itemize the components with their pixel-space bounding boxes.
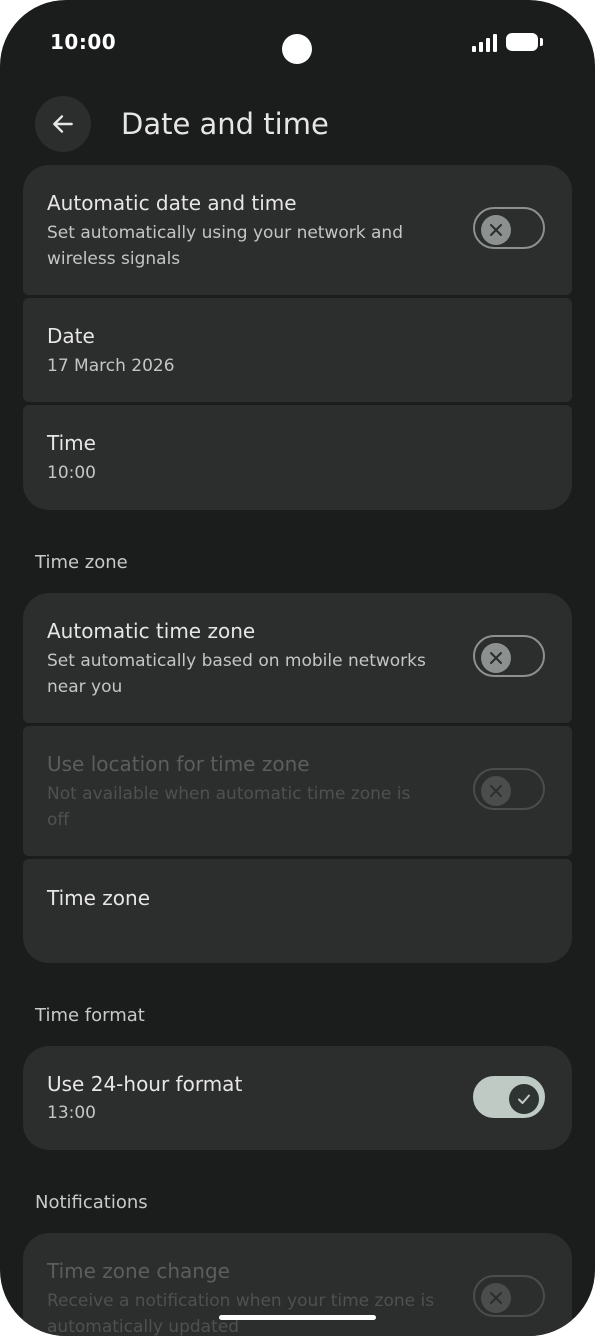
back-button[interactable] bbox=[35, 96, 91, 152]
date-title: Date bbox=[47, 324, 95, 348]
24-hour-format-switch[interactable] bbox=[473, 1076, 545, 1118]
date-item[interactable]: Date 17 March 2026 bbox=[23, 298, 572, 402]
arrow-back-icon bbox=[53, 115, 73, 133]
home-indicator[interactable] bbox=[219, 1315, 376, 1320]
section-header-notifications: Notifications bbox=[35, 1192, 148, 1213]
automatic-time-zone-item[interactable]: Automatic time zone Set automatically ba… bbox=[23, 593, 572, 723]
switch-thumb bbox=[481, 643, 511, 673]
section-header-time-format: Time format bbox=[35, 1005, 145, 1026]
automatic-date-time-item[interactable]: Automatic date and time Set automaticall… bbox=[23, 165, 572, 295]
automatic-date-time-summary: Set automatically using your network and… bbox=[47, 223, 403, 269]
switch-thumb bbox=[481, 215, 511, 245]
section-header-time-zone: Time zone bbox=[35, 552, 128, 573]
24-hour-format-item[interactable]: Use 24-hour format 13:00 bbox=[23, 1046, 572, 1150]
time-zone-title: Time zone bbox=[47, 886, 151, 910]
time-value: 10:00 bbox=[47, 463, 96, 483]
time-title: Time bbox=[47, 431, 96, 455]
location-time-zone-item: Use location for time zone Not available… bbox=[23, 726, 572, 856]
24-hour-format-title: Use 24-hour format bbox=[47, 1072, 243, 1096]
close-icon bbox=[490, 785, 502, 797]
time-zone-change-switch bbox=[473, 1275, 545, 1317]
close-icon bbox=[490, 1292, 502, 1304]
location-time-zone-title: Use location for time zone bbox=[47, 752, 310, 776]
automatic-date-time-switch[interactable] bbox=[473, 207, 545, 249]
time-zone-change-title: Time zone change bbox=[47, 1259, 230, 1283]
page-title: Date and time bbox=[121, 107, 329, 141]
status-bar: 10:00 bbox=[0, 0, 595, 90]
switch-thumb bbox=[481, 1283, 511, 1313]
time-zone-change-summary: Receive a notification when your time zo… bbox=[47, 1291, 435, 1336]
close-icon bbox=[490, 652, 502, 664]
status-clock: 10:00 bbox=[50, 30, 117, 54]
time-zone-item[interactable]: Time zone bbox=[23, 859, 572, 963]
automatic-time-zone-switch[interactable] bbox=[473, 635, 545, 677]
time-item[interactable]: Time 10:00 bbox=[23, 405, 572, 510]
location-time-zone-summary: Not available when automatic time zone i… bbox=[47, 784, 411, 830]
date-value: 17 March 2026 bbox=[47, 356, 175, 376]
camera-cutout bbox=[282, 34, 312, 64]
switch-thumb bbox=[481, 776, 511, 806]
signal-icon bbox=[472, 34, 497, 52]
location-time-zone-switch bbox=[473, 768, 545, 810]
automatic-time-zone-summary: Set automatically based on mobile networ… bbox=[47, 651, 426, 697]
automatic-time-zone-title: Automatic time zone bbox=[47, 619, 256, 643]
switch-thumb bbox=[509, 1084, 539, 1114]
battery-icon bbox=[506, 33, 543, 51]
24-hour-format-example: 13:00 bbox=[47, 1103, 96, 1123]
automatic-date-time-title: Automatic date and time bbox=[47, 191, 297, 215]
close-icon bbox=[490, 224, 502, 236]
check-icon bbox=[518, 1094, 530, 1104]
time-zone-change-item: Time zone change Receive a notification … bbox=[23, 1233, 572, 1336]
phone-screen: 10:00 Date and time Automatic date and t… bbox=[0, 0, 595, 1336]
